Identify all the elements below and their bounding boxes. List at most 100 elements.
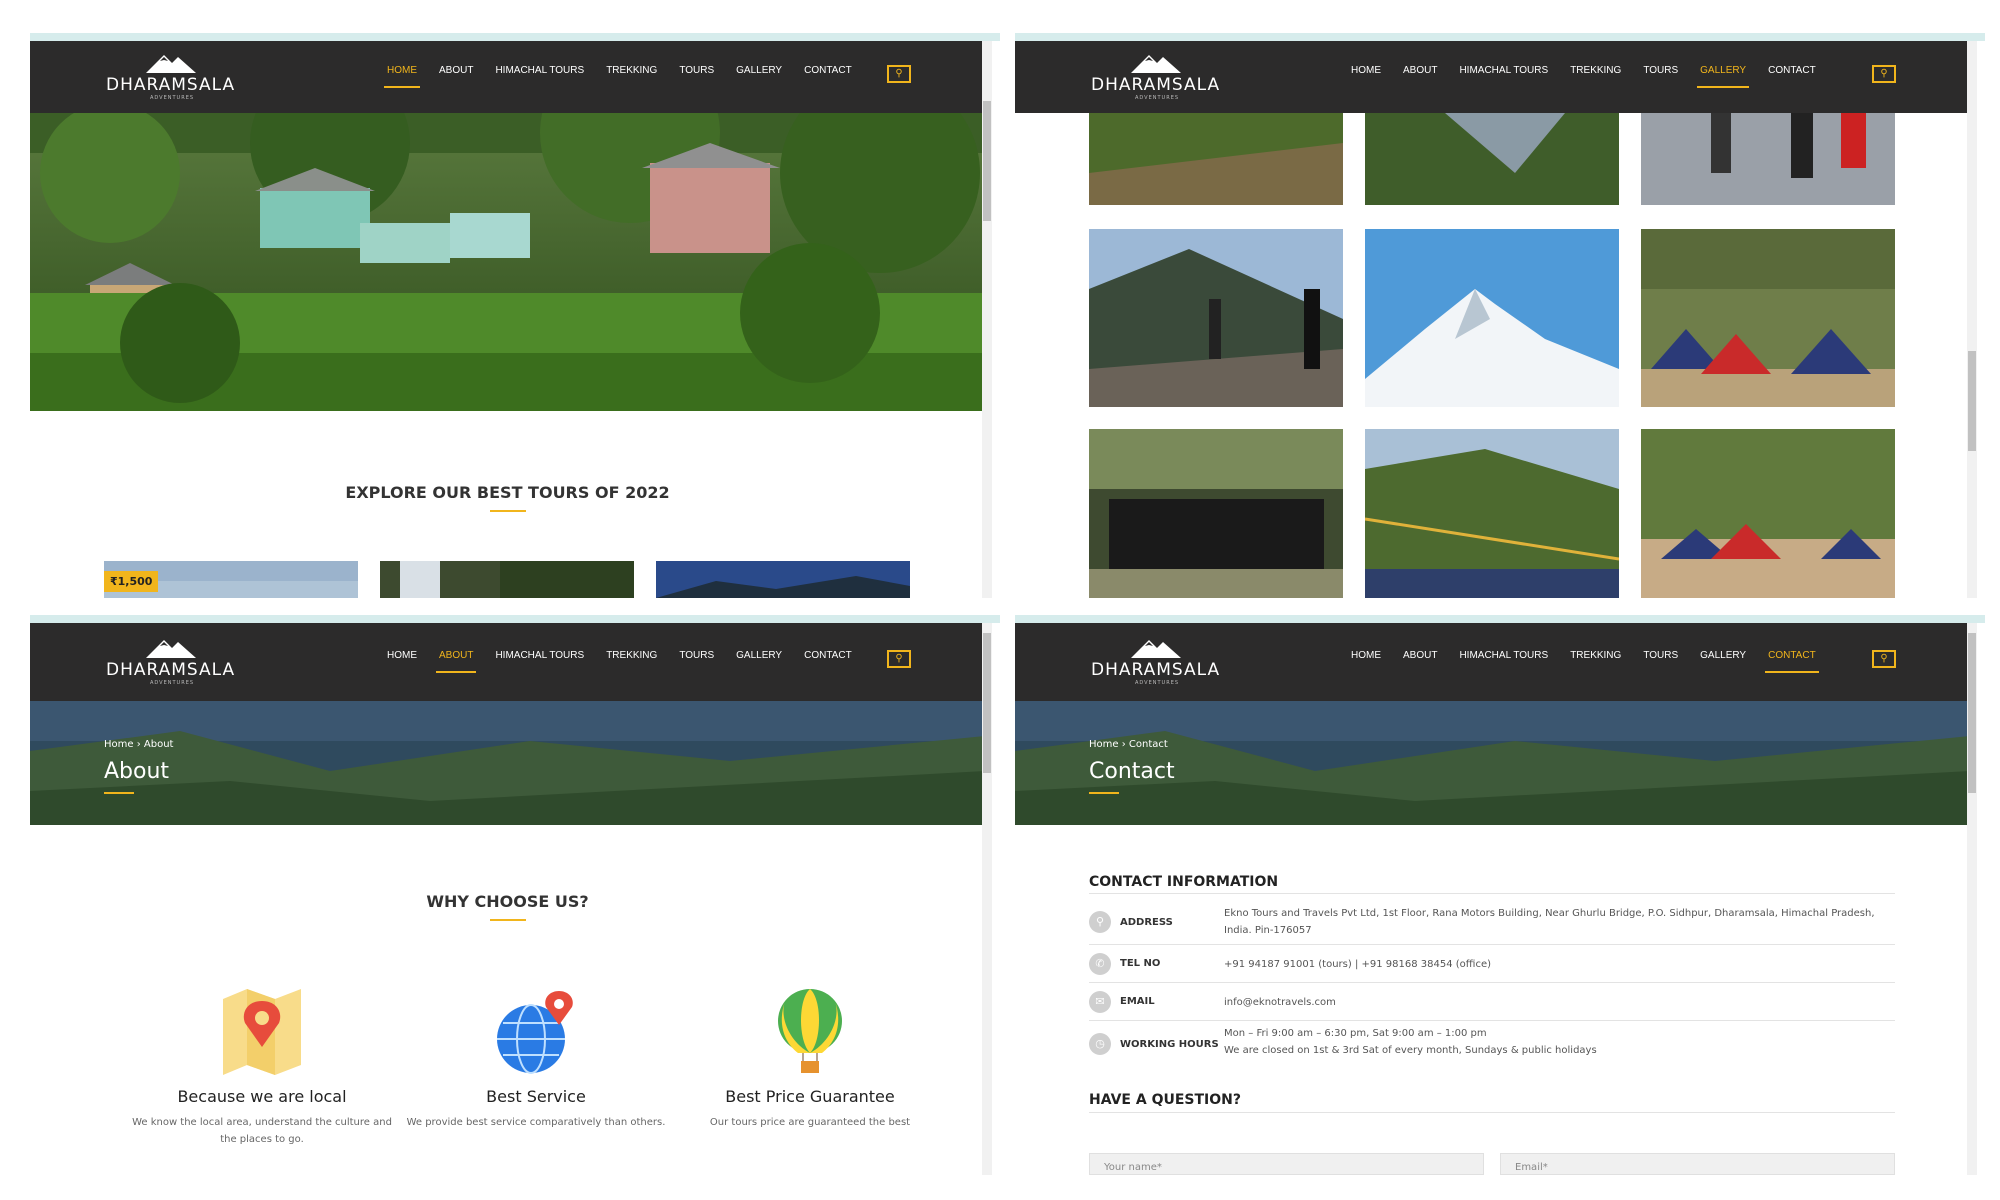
nav-about[interactable]: ABOUT [1392, 65, 1448, 76]
gallery-page-window: DHARAMSALA ADVENTURES HOME ABOUT HIMACHA… [1015, 33, 1985, 598]
nav-tours[interactable]: TOURS [1632, 65, 1689, 76]
email-link[interactable]: info@eknotravels.com [1224, 997, 1336, 1008]
search-icon: ⚲ [895, 68, 903, 79]
email-input[interactable]: Email* [1500, 1153, 1895, 1175]
contact-value: Mon – Fri 9:00 am – 6:30 pm, Sat 9:00 am… [1224, 1025, 1904, 1059]
scrollbar[interactable] [982, 41, 992, 598]
nav-himachal-tours[interactable]: HIMACHAL TOURS [1448, 650, 1559, 661]
breadcrumb: Home › Contact [1089, 739, 1168, 750]
location-icon: ⚲ [1089, 911, 1111, 933]
brand-name: DHARAMSALA [106, 660, 236, 680]
nav-gallery[interactable]: GALLERY [1689, 650, 1757, 661]
scrollbar[interactable] [1967, 623, 1977, 1175]
gallery-image[interactable] [1365, 113, 1619, 205]
scrollbar-thumb[interactable] [1968, 351, 1976, 451]
mountain-logo-icon [1131, 55, 1181, 73]
about-page-window: DHARAMSALA ADVENTURES HOME ABOUT HIMACHA… [30, 615, 1000, 1175]
search-button[interactable]: ⚲ [1872, 650, 1896, 668]
nav-himachal-tours[interactable]: HIMACHAL TOURS [1448, 65, 1559, 76]
gallery-image[interactable] [1641, 429, 1895, 598]
nav-tours[interactable]: TOURS [668, 65, 725, 76]
contact-value[interactable]: +91 94187 91001 (tours) | +91 98168 3845… [1224, 956, 1904, 973]
brand-tagline: ADVENTURES [1135, 95, 1180, 101]
tours-section-title: EXPLORE OUR BEST TOURS OF 2022 [345, 483, 670, 502]
feature-title: Because we are local [177, 1087, 347, 1106]
nav-home[interactable]: HOME [376, 650, 428, 661]
gallery-image[interactable] [1641, 229, 1895, 407]
nav-contact[interactable]: CONTACT [793, 65, 863, 76]
search-button[interactable]: ⚲ [887, 650, 911, 668]
nav-home[interactable]: HOME [1340, 650, 1392, 661]
forest-banner-photo [30, 701, 985, 825]
logo[interactable]: DHARAMSALA ADVENTURES [106, 53, 246, 103]
group-photo [1089, 429, 1343, 598]
nav-about[interactable]: ABOUT [1392, 650, 1448, 661]
gallery-image[interactable] [1365, 429, 1619, 598]
nav-tours[interactable]: TOURS [668, 650, 725, 661]
scrollbar[interactable] [1967, 41, 1977, 598]
hikers-photo [1641, 113, 1895, 205]
nav-trekking[interactable]: TREKKING [1559, 650, 1632, 661]
mountain-logo-icon [146, 55, 196, 73]
feature-card: Best Price Guarantee Our tours price are… [680, 989, 940, 1131]
contact-page-window: DHARAMSALA ADVENTURES HOME ABOUT HIMACHA… [1015, 615, 1985, 1175]
closed-note: We are closed on 1st & 3rd Sat of every … [1224, 1045, 1597, 1056]
question-heading: HAVE A QUESTION? [1089, 1092, 1241, 1108]
mail-icon: ✉ [1089, 991, 1111, 1013]
search-icon: ⚲ [895, 653, 903, 664]
search-button[interactable]: ⚲ [887, 65, 911, 83]
mountain-logo-icon [1131, 640, 1181, 658]
logo[interactable]: DHARAMSALA ADVENTURES [1091, 638, 1231, 688]
nav-trekking[interactable]: TREKKING [1559, 65, 1632, 76]
navbar: DHARAMSALA ADVENTURES HOME ABOUT HIMACHA… [1015, 41, 1970, 113]
name-input[interactable]: Your name* [1089, 1153, 1484, 1175]
home-page-window: DHARAMSALA ADVENTURES HOME ABOUT HIMACHA… [30, 33, 1000, 598]
gallery-image[interactable] [1089, 113, 1343, 205]
main-menu: HOME ABOUT HIMACHAL TOURS TREKKING TOURS… [1340, 65, 1827, 88]
scrollbar-thumb[interactable] [983, 633, 991, 773]
gallery-image[interactable] [1365, 229, 1619, 407]
gallery-image[interactable] [1089, 229, 1343, 407]
page-title: About [104, 759, 170, 784]
nav-home[interactable]: HOME [1340, 65, 1392, 76]
contact-value[interactable]: info@eknotravels.com [1224, 994, 1904, 1011]
tour-card[interactable] [656, 561, 910, 598]
nav-trekking[interactable]: TREKKING [595, 650, 668, 661]
nav-himachal-tours[interactable]: HIMACHAL TOURS [484, 65, 595, 76]
nav-contact[interactable]: CONTACT [1757, 650, 1827, 673]
nav-gallery[interactable]: GALLERY [725, 650, 793, 661]
tour-card[interactable]: ₹1,500 [104, 561, 358, 598]
scrollbar-thumb[interactable] [1968, 633, 1976, 793]
nav-about[interactable]: ABOUT [428, 65, 484, 76]
nav-contact[interactable]: CONTACT [1757, 65, 1827, 76]
phone-numbers[interactable]: +91 94187 91001 (tours) | +91 98168 3845… [1224, 959, 1491, 970]
nav-contact[interactable]: CONTACT [793, 650, 863, 661]
nav-home[interactable]: HOME [376, 65, 428, 88]
contact-value: Ekno Tours and Travels Pvt Ltd, 1st Floo… [1224, 908, 1875, 936]
logo[interactable]: DHARAMSALA ADVENTURES [106, 638, 246, 688]
gallery-image[interactable] [1089, 429, 1343, 598]
nav-trekking[interactable]: TREKKING [595, 65, 668, 76]
page-banner: Home › Contact Contact [1015, 701, 1970, 825]
clock-icon: ◷ [1089, 1033, 1111, 1055]
scrollbar-thumb[interactable] [983, 101, 991, 221]
nav-tours[interactable]: TOURS [1632, 650, 1689, 661]
logo[interactable]: DHARAMSALA ADVENTURES [1091, 53, 1231, 103]
feature-description: We provide best service comparatively th… [406, 1117, 666, 1128]
title-underline [104, 792, 134, 794]
scrollbar[interactable] [982, 623, 992, 1175]
gallery-image[interactable] [1641, 113, 1895, 205]
contact-row-hours: ◷ WORKING HOURS Mon – Fri 9:00 am – 6:30… [1089, 1021, 1895, 1067]
feature-card: Because we are local We know the local a… [132, 989, 392, 1148]
nav-himachal-tours[interactable]: HIMACHAL TOURS [484, 650, 595, 661]
contact-label: TEL NO [1120, 958, 1161, 969]
nav-gallery[interactable]: GALLERY [725, 65, 793, 76]
nav-gallery[interactable]: GALLERY [1689, 65, 1757, 88]
search-button[interactable]: ⚲ [1872, 65, 1896, 83]
navbar: DHARAMSALA ADVENTURES HOME ABOUT HIMACHA… [1015, 623, 1970, 701]
search-icon: ⚲ [1880, 68, 1888, 79]
tour-card[interactable] [380, 561, 634, 598]
why-choose-title: WHY CHOOSE US? [426, 892, 589, 911]
nav-about[interactable]: ABOUT [428, 650, 484, 673]
feature-card: Best Service We provide best service com… [406, 989, 666, 1131]
